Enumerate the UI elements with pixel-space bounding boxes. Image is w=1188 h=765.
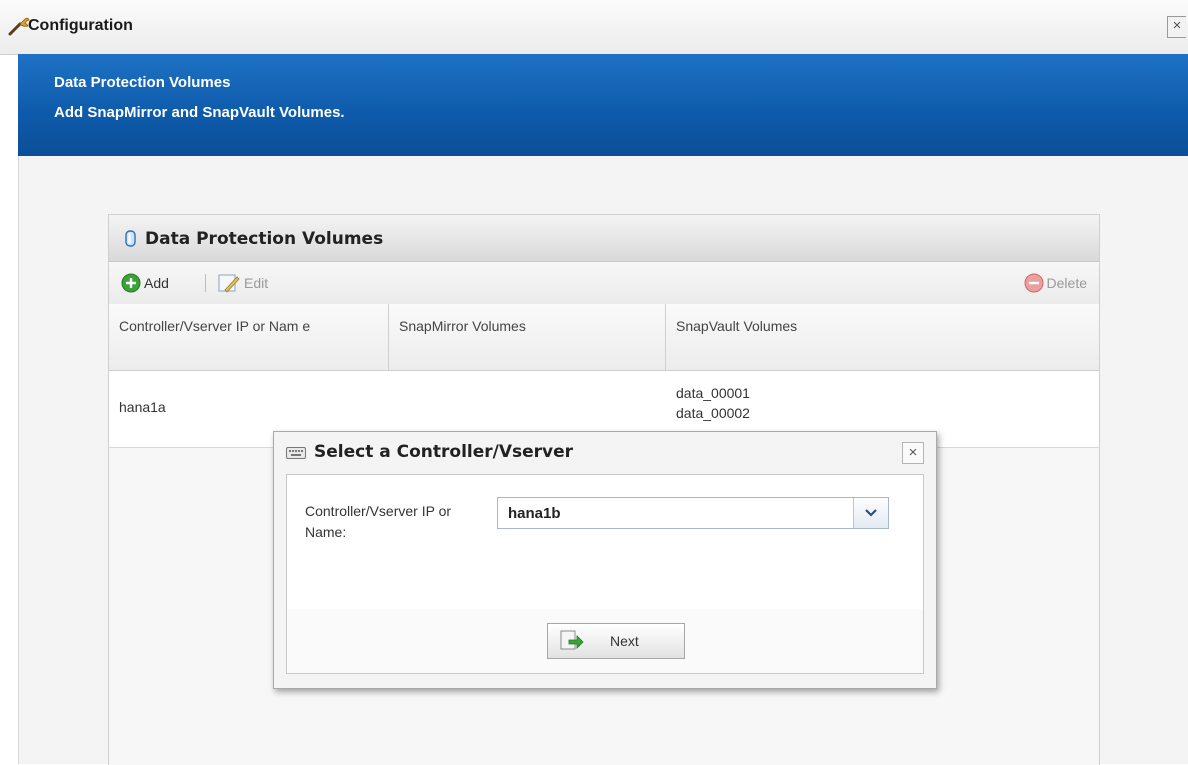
chevron-down-icon	[865, 509, 877, 517]
edit-button[interactable]: Edit	[217, 271, 268, 295]
panel-header: Data Protection Volumes	[109, 215, 1099, 262]
select-controller-dialog: Select a Controller/Vserver × Controller…	[273, 431, 937, 689]
controller-field-label: Controller/Vserver IP or Name:	[305, 503, 452, 540]
keyboard-icon	[286, 447, 306, 459]
dialog-title: Select a Controller/Vserver	[314, 442, 574, 462]
delete-icon	[1024, 273, 1044, 293]
window-title: Configuration	[28, 17, 133, 34]
dialog-header: Select a Controller/Vserver ×	[274, 432, 936, 474]
add-icon	[121, 273, 141, 293]
dialog-footer: Next	[286, 609, 924, 674]
controller-combobox[interactable]	[497, 497, 889, 529]
panel-toolbar: Add Edit Delete	[109, 262, 1099, 305]
column-header-snapmirror[interactable]: SnapMirror Volumes	[389, 304, 666, 370]
add-label: Add	[144, 275, 169, 291]
add-button[interactable]: Add	[121, 271, 169, 295]
column-header-snapvault[interactable]: SnapVault Volumes	[666, 304, 1099, 370]
column-header-controller[interactable]: Controller/Vserver IP or Nam e	[109, 304, 389, 370]
header-banner: Data Protection Volumes Add SnapMirror a…	[18, 54, 1188, 156]
dialog-close-button[interactable]: ×	[902, 442, 924, 464]
banner-subheading: Add SnapMirror and SnapVault Volumes.	[54, 104, 345, 121]
window-titlebar: Configuration ×	[0, 0, 1188, 55]
grid-header: Controller/Vserver IP or Nam e SnapMirro…	[109, 304, 1099, 371]
dropdown-trigger[interactable]	[853, 498, 888, 528]
snapvault-volume: data_00001	[676, 385, 750, 401]
panel-title: Data Protection Volumes	[145, 229, 384, 249]
window-close-button[interactable]: ×	[1167, 16, 1186, 38]
database-icon	[125, 230, 136, 247]
controller-input[interactable]	[498, 498, 854, 528]
toolbar-separator	[205, 274, 206, 292]
banner-heading: Data Protection Volumes	[54, 74, 231, 91]
edit-label: Edit	[244, 275, 269, 291]
next-arrow-icon	[560, 630, 584, 650]
snapvault-volume: data_00002	[676, 405, 750, 421]
edit-icon	[218, 274, 240, 293]
wrench-icon	[8, 17, 30, 36]
dialog-body: Controller/Vserver IP or Name:	[286, 474, 924, 610]
delete-button[interactable]: Delete	[1024, 271, 1087, 295]
next-label: Next	[610, 633, 639, 649]
next-button[interactable]: Next	[547, 623, 685, 659]
delete-label: Delete	[1046, 275, 1087, 291]
